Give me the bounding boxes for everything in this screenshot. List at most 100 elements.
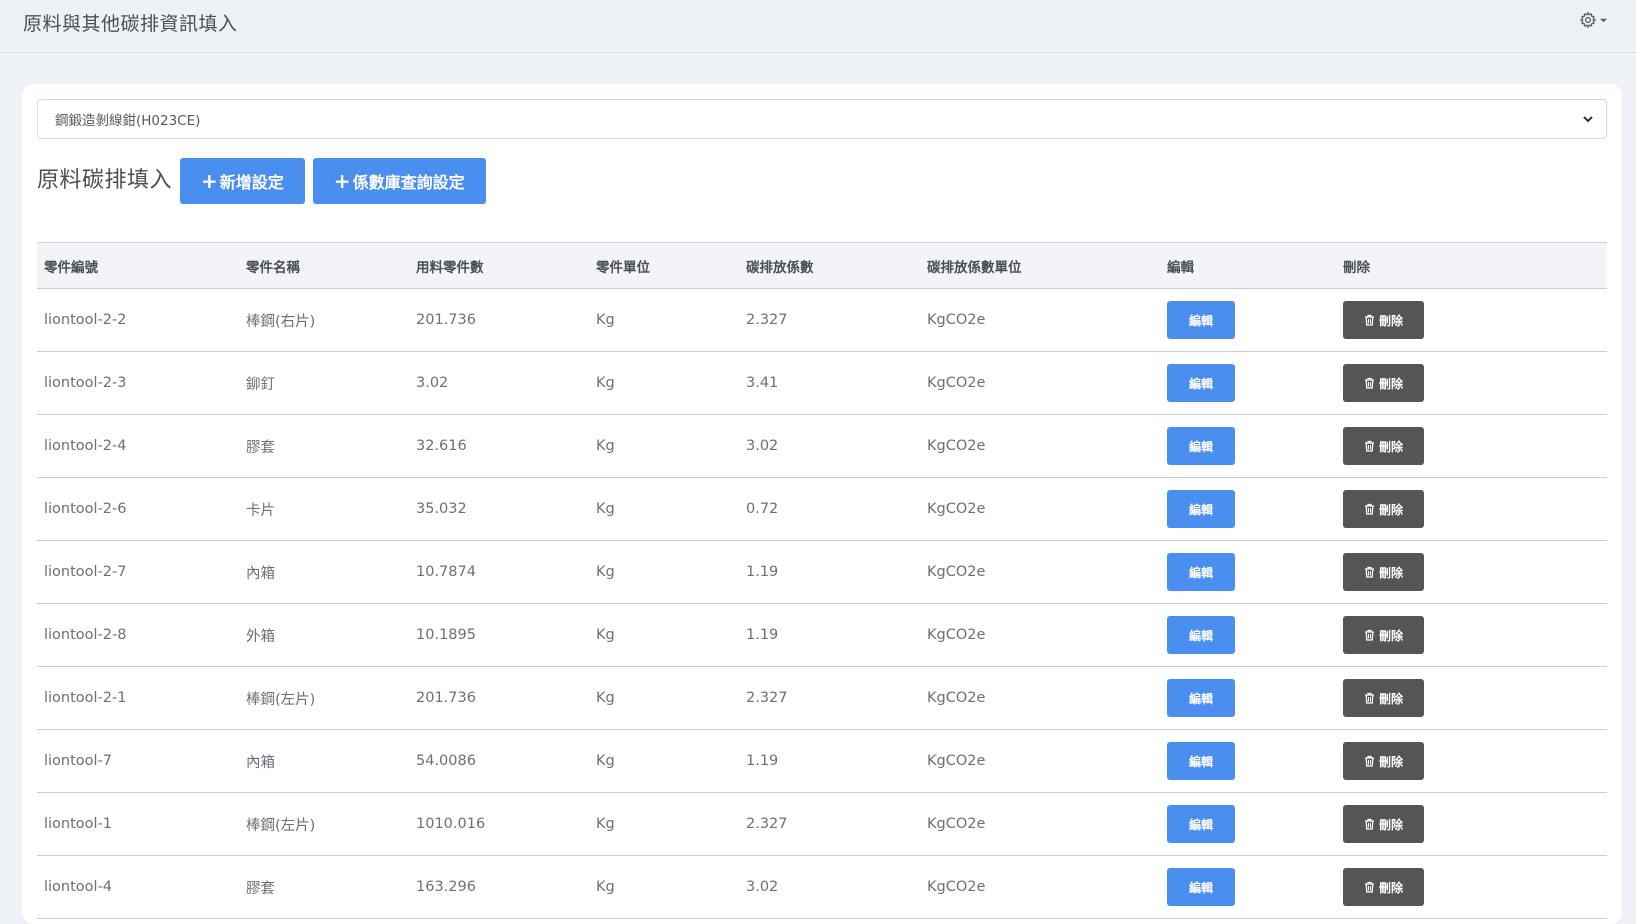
product-select-value: 鋼鍛造剝線鉗(H023CE) [55,113,201,129]
cell-factor-unit: KgCO2e [920,792,1160,856]
table-row: liontool-2-3 鉚釘 3.02 Kg 3.41 KgCO2e 編輯 刪除 [37,351,1607,415]
cell-edit: 編輯 [1160,414,1336,478]
cell-factor: 2.327 [739,792,920,856]
table-row: liontool-2-7 內箱 10.7874 Kg 1.19 KgCO2e 編輯 刪除 [37,540,1607,604]
delete-button[interactable]: 刪除 [1343,364,1424,402]
cell-unit: Kg [589,666,739,730]
table-body: liontool-2-2 棒鋼(右片) 201.736 Kg 2.327 KgCO2e 編輯… [37,288,1607,919]
col-header-delete: 刪除 [1336,242,1607,289]
cell-factor-unit: KgCO2e [920,414,1160,478]
cell-factor: 1.19 [739,729,920,793]
delete-label: 刪除 [1378,817,1403,832]
cell-unit: Kg [589,603,739,667]
delete-button[interactable]: 刪除 [1343,553,1424,591]
cell-qty: 201.736 [409,288,589,352]
cell-part-no: liontool-2-2 [37,288,239,352]
trash-icon [1364,755,1375,767]
cell-part-no: liontool-2-7 [37,540,239,604]
table-row: liontool-2-6 卡片 35.032 Kg 0.72 KgCO2e 編輯 刪除 [37,477,1607,541]
edit-button[interactable]: 編輯 [1167,490,1235,528]
trash-icon [1364,629,1375,641]
cell-factor: 3.02 [739,855,920,919]
factor-query-button[interactable]: + 係數庫查詢設定 [312,158,486,204]
cell-unit: Kg [589,477,739,541]
delete-button[interactable]: 刪除 [1343,868,1424,906]
cell-part-no: liontool-2-3 [37,351,239,415]
cell-factor: 2.327 [739,288,920,352]
edit-button[interactable]: 編輯 [1167,805,1235,843]
chevron-down-icon [1582,113,1594,125]
cell-delete: 刪除 [1336,855,1607,919]
delete-button[interactable]: 刪除 [1343,742,1424,780]
delete-button[interactable]: 刪除 [1343,427,1424,465]
cell-qty: 10.1895 [409,603,589,667]
cell-edit: 編輯 [1160,477,1336,541]
trash-icon [1364,818,1375,830]
cell-factor: 3.41 [739,351,920,415]
trash-icon [1364,440,1375,452]
delete-label: 刪除 [1378,376,1403,391]
cell-edit: 編輯 [1160,666,1336,730]
cell-edit: 編輯 [1160,792,1336,856]
trash-icon [1364,377,1375,389]
cell-qty: 201.736 [409,666,589,730]
edit-button[interactable]: 編輯 [1167,301,1235,339]
delete-button[interactable]: 刪除 [1343,301,1424,339]
delete-label: 刪除 [1378,313,1403,328]
edit-button[interactable]: 編輯 [1167,553,1235,591]
cell-delete: 刪除 [1336,540,1607,604]
section-header: 原料碳排填入 + 新增設定 + 係數庫查詢設定 [37,158,494,204]
cell-part-name: 棒鋼(右片) [239,288,409,352]
cell-delete: 刪除 [1336,351,1607,415]
cell-delete: 刪除 [1336,414,1607,478]
product-select[interactable]: 鋼鍛造剝線鉗(H023CE) [37,99,1607,139]
delete-button[interactable]: 刪除 [1343,490,1424,528]
table-row: liontool-1 棒鋼(左片) 1010.016 Kg 2.327 KgCO2e 編輯 刪… [37,792,1607,856]
edit-button[interactable]: 編輯 [1167,364,1235,402]
gear-icon [1579,11,1597,29]
cell-part-name: 棒鋼(左片) [239,666,409,730]
cell-qty: 3.02 [409,351,589,415]
cell-edit: 編輯 [1160,351,1336,415]
cell-delete: 刪除 [1336,666,1607,730]
edit-button[interactable]: 編輯 [1167,427,1235,465]
settings-menu[interactable] [1579,11,1608,29]
cell-part-no: liontool-4 [37,855,239,919]
col-header-part-no: 零件編號 [37,242,239,289]
trash-icon [1364,314,1375,326]
edit-button[interactable]: 編輯 [1167,742,1235,780]
cell-qty: 32.616 [409,414,589,478]
trash-icon [1364,566,1375,578]
cell-delete: 刪除 [1336,792,1607,856]
cell-part-name: 膠套 [239,855,409,919]
main-card: 鋼鍛造剝線鉗(H023CE) 原料碳排填入 + 新增設定 + 係數庫查詢設定 零… [22,84,1622,924]
edit-button[interactable]: 編輯 [1167,868,1235,906]
delete-button[interactable]: 刪除 [1343,805,1424,843]
cell-factor-unit: KgCO2e [920,729,1160,793]
cell-part-no: liontool-7 [37,729,239,793]
cell-part-no: liontool-2-4 [37,414,239,478]
cell-part-no: liontool-2-8 [37,603,239,667]
cell-unit: Kg [589,855,739,919]
cell-factor-unit: KgCO2e [920,855,1160,919]
edit-button[interactable]: 編輯 [1167,616,1235,654]
delete-label: 刪除 [1378,628,1403,643]
col-header-factor: 碳排放係數 [739,242,920,289]
trash-icon [1364,881,1375,893]
cell-factor-unit: KgCO2e [920,477,1160,541]
col-header-part-name: 零件名稱 [239,242,409,289]
edit-button[interactable]: 編輯 [1167,679,1235,717]
cell-factor: 1.19 [739,603,920,667]
cell-unit: Kg [589,288,739,352]
cell-part-name: 內箱 [239,729,409,793]
cell-unit: Kg [589,351,739,415]
delete-button[interactable]: 刪除 [1343,679,1424,717]
delete-label: 刪除 [1378,565,1403,580]
add-setting-button[interactable]: + 新增設定 [180,158,305,204]
cell-part-name: 卡片 [239,477,409,541]
delete-label: 刪除 [1378,439,1403,454]
delete-button[interactable]: 刪除 [1343,616,1424,654]
materials-table: 零件編號 零件名稱 用料零件數 零件單位 碳排放係數 碳排放係數單位 編輯 刪除… [37,242,1607,919]
delete-label: 刪除 [1378,754,1403,769]
cell-unit: Kg [589,729,739,793]
